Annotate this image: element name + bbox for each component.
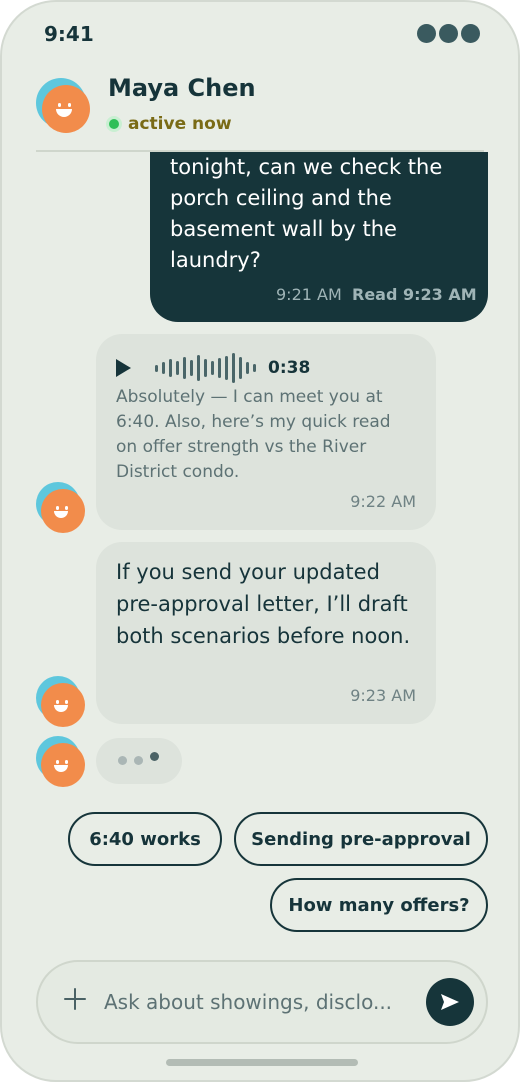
contact-name[interactable]: Maya Chen — [108, 74, 256, 102]
online-dot-icon — [106, 116, 122, 132]
avatar — [36, 676, 86, 727]
message-text: If you send your updated pre-approval le… — [116, 560, 411, 648]
presence-status: active now — [106, 114, 232, 134]
play-icon[interactable] — [116, 359, 131, 377]
status-icons — [417, 24, 480, 43]
send-icon — [441, 994, 459, 1010]
voice-transcript: Absolutely — I can meet you at 6:40. Als… — [116, 387, 391, 482]
contact-avatar[interactable] — [36, 78, 92, 134]
message-time: 9:23 AM — [350, 686, 416, 705]
presence-label: active now — [128, 114, 232, 134]
avatar — [36, 482, 86, 533]
status-dot-icon — [439, 24, 458, 43]
avatar — [36, 736, 86, 787]
waveform-icon[interactable] — [155, 352, 256, 384]
message-composer — [36, 960, 488, 1044]
message-list[interactable]: tonight, can we check the porch ceiling … — [2, 152, 518, 802]
typing-indicator-icon — [96, 738, 182, 784]
message-time: 9:22 AM — [350, 492, 416, 511]
quick-reply-chip[interactable]: Sending pre-approval — [234, 812, 488, 866]
message-input[interactable] — [104, 984, 420, 1020]
message-text: tonight, can we check the porch ceiling … — [170, 155, 443, 272]
quick-reply-chip[interactable]: How many offers? — [270, 878, 488, 932]
voice-duration: 0:38 — [268, 358, 311, 378]
message-time: 9:21 AM — [276, 285, 342, 304]
home-indicator[interactable] — [166, 1059, 358, 1066]
quick-reply-chip[interactable]: 6:40 works — [68, 812, 222, 866]
send-button[interactable] — [426, 978, 474, 1026]
phone-frame: 9:41 Maya Chen active now tonight, can w… — [0, 0, 520, 1082]
status-dot-icon — [461, 24, 480, 43]
status-time: 9:41 — [44, 22, 94, 46]
voice-note-bubble[interactable]: 0:38 Absolutely — I can meet you at 6:40… — [96, 334, 436, 530]
read-receipt: Read 9:23 AM — [352, 285, 477, 304]
status-dot-icon — [417, 24, 436, 43]
incoming-message-bubble[interactable]: If you send your updated pre-approval le… — [96, 542, 436, 724]
outgoing-message-bubble[interactable]: tonight, can we check the porch ceiling … — [150, 152, 488, 322]
plus-icon[interactable] — [64, 988, 86, 1010]
